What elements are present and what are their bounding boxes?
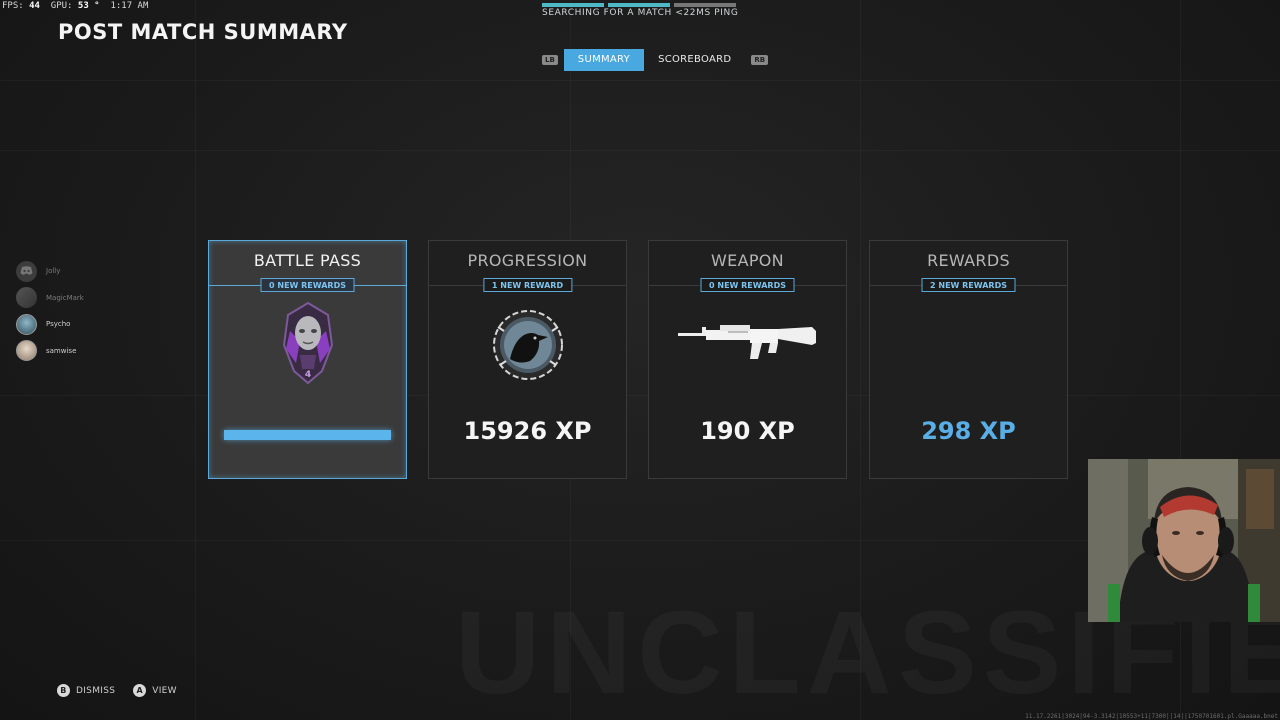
card-weapon[interactable]: WEAPON 0 NEW REWARDS 190 XP (648, 240, 847, 479)
party-list: Jolly MagicMark Psycho samwise (16, 260, 84, 366)
battle-pass-progress-bar (224, 430, 391, 440)
clock: 1:17 AM (110, 1, 149, 11)
streamer-webcam (1088, 459, 1280, 622)
right-bumper-icon[interactable]: RB (751, 55, 769, 65)
tab-bar: LB SUMMARY SCOREBOARD RB (536, 49, 774, 71)
party-member[interactable]: MagicMark (16, 287, 84, 309)
matchmaking-bar (608, 3, 670, 7)
card-title: PROGRESSION (467, 251, 588, 270)
performance-hud: FPS: 44 GPU: 53 ° 1:17 AM (2, 1, 148, 11)
gpu-value: 53 ° (77, 1, 100, 11)
fps-label: FPS: (2, 1, 24, 11)
tab-scoreboard[interactable]: SCOREBOARD (644, 49, 745, 71)
a-button-icon: A (133, 684, 147, 697)
button-prompts: B DISMISS A VIEW (57, 684, 177, 697)
raven-calling-card-emblem-icon (490, 307, 566, 387)
party-member-name: samwise (46, 346, 77, 355)
new-rewards-badge: 1 NEW REWARD (482, 278, 573, 292)
card-progression[interactable]: PROGRESSION 1 NEW REWARD 15926 XP (428, 240, 627, 479)
party-member[interactable]: Psycho (16, 313, 84, 335)
avatar (16, 340, 37, 361)
battle-pass-tier-emblem-icon: 4 (278, 301, 338, 391)
dismiss-label: DISMISS (76, 685, 116, 696)
bg-grid-line (195, 0, 196, 720)
matchmaking-status: SEARCHING FOR A MATCH <22MS PING (542, 8, 739, 18)
svg-text:4: 4 (304, 370, 310, 380)
avatar (16, 313, 37, 335)
dismiss-prompt[interactable]: B DISMISS (57, 684, 115, 697)
new-rewards-badge: 2 NEW REWARDS (921, 278, 1016, 292)
matchmaking-bar (674, 3, 736, 7)
new-rewards-badge: 0 NEW REWARDS (700, 278, 795, 292)
card-title: REWARDS (927, 251, 1010, 270)
card-rewards[interactable]: REWARDS 2 NEW REWARDS 298 XP (869, 240, 1068, 479)
left-bumper-icon[interactable]: LB (542, 55, 558, 65)
xp-earned: 190 XP (700, 417, 795, 445)
new-rewards-badge: 0 NEW REWARDS (260, 278, 355, 292)
view-prompt[interactable]: A VIEW (133, 684, 177, 697)
party-member-name: MagicMark (46, 293, 84, 302)
b-button-icon: B (57, 684, 70, 697)
battle-pass-progress-fill (224, 430, 391, 440)
avatar (16, 287, 37, 308)
card-title: WEAPON (711, 251, 784, 270)
bg-grid-line (0, 150, 1280, 151)
debug-string: 11.17.2261|3024|94-3.3142|10553+11|7300|… (1025, 713, 1278, 720)
xp-earned: 15926 XP (463, 417, 592, 445)
matchmaking-bar (542, 3, 604, 7)
gpu-label: GPU: (50, 1, 73, 11)
card-battle-pass[interactable]: BATTLE PASS 0 NEW REWARDS 4 (208, 240, 407, 479)
party-member-name: Psycho (46, 320, 71, 328)
page-title: POST MATCH SUMMARY (58, 20, 348, 44)
card-title: BATTLE PASS (253, 251, 362, 270)
discord-icon (16, 260, 37, 282)
xp-earned: 298 XP (921, 417, 1016, 445)
bg-grid-line (0, 80, 1280, 81)
party-member[interactable]: Jolly (16, 260, 84, 282)
tab-summary[interactable]: SUMMARY (563, 49, 645, 71)
party-member-name: Jolly (46, 267, 61, 275)
matchmaking-progress (542, 3, 736, 7)
fps-value: 44 (29, 1, 40, 11)
post-match-screen: UNCLASSIFIED FPS: 44 GPU: 53 ° 1:17 AM P… (0, 0, 1280, 720)
assault-rifle-icon (677, 321, 818, 365)
party-member[interactable]: samwise (16, 340, 84, 362)
bg-grid-line (0, 395, 1280, 396)
view-label: VIEW (152, 685, 177, 696)
